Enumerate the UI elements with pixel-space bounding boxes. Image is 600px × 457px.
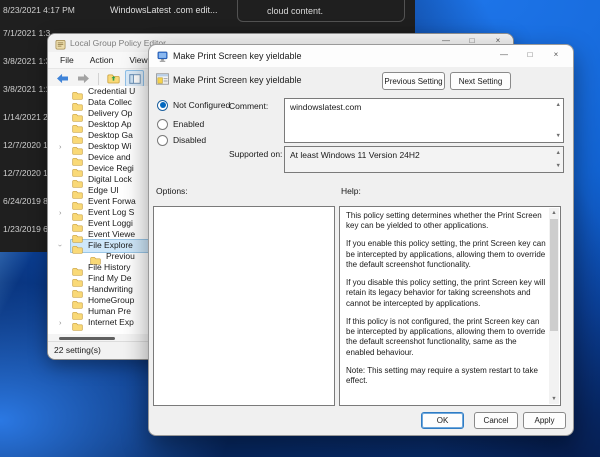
scroll-up-icon[interactable]: ▲ <box>549 209 559 217</box>
forward-button[interactable] <box>74 70 93 87</box>
next-setting-button[interactable]: Next Setting <box>450 72 511 90</box>
dialog-title: Make Print Screen key yieldable <box>173 51 302 61</box>
help-paragraph: Note: This setting may require a system … <box>346 366 546 386</box>
previous-setting-button[interactable]: Previous Setting <box>382 72 445 90</box>
tree-item-label: Find My De <box>88 273 131 284</box>
file-date: 6/24/2019 8: <box>3 196 50 206</box>
file-date: 1/23/2019 6: <box>3 224 50 234</box>
help-panel: This policy setting determines whether t… <box>339 206 561 406</box>
file-date: 8/23/2021 4:17 PM <box>3 5 75 15</box>
tree-item-label: File History <box>88 262 131 273</box>
tree-item-label: Data Collec <box>88 97 132 108</box>
cloud-content-label: cloud content. <box>267 6 323 16</box>
radio-icon <box>157 100 168 111</box>
ok-button[interactable]: OK <box>421 412 464 429</box>
tree-item-label: Desktop Wi <box>88 141 131 152</box>
policy-setting-icon <box>156 72 169 90</box>
scroll-down-icon[interactable]: ▼ <box>549 395 559 403</box>
file-name-label: WindowsLatest .com edit... <box>110 5 218 15</box>
up-one-level-button[interactable] <box>104 70 123 87</box>
scrollbar-thumb[interactable] <box>59 337 115 340</box>
scroll-down-icon[interactable]: ▼ <box>556 133 561 139</box>
help-scrollbar[interactable]: ▲ ▼ <box>549 208 559 404</box>
chevron-expanded-icon[interactable]: › <box>56 244 65 247</box>
toolbar-separator <box>98 73 99 85</box>
dialog-app-icon <box>157 50 168 68</box>
show-console-tree-button[interactable] <box>125 70 144 87</box>
file-date: 7/1/2021 1:3 <box>3 28 50 38</box>
tree-item-label: Internet Exp <box>88 317 134 328</box>
tree-item-label: Event Forwa <box>88 196 136 207</box>
back-button[interactable] <box>53 70 72 87</box>
scroll-down-icon[interactable]: ▼ <box>556 163 561 169</box>
desktop: 8/23/2021 4:17 PM 7/1/2021 1:3 3/8/2021 1:… <box>0 0 600 457</box>
file-date: 12/7/2020 1: <box>3 168 50 178</box>
settings-count: 22 setting(s) <box>54 345 101 355</box>
menu-action[interactable]: Action <box>82 55 122 65</box>
help-text: This policy setting determines whether t… <box>340 207 548 405</box>
radio-not-configured[interactable]: Not Configured <box>157 98 230 112</box>
scroll-up-icon[interactable]: ▲ <box>556 102 561 108</box>
chevron-collapsed-icon[interactable]: › <box>59 318 62 327</box>
radio-disabled[interactable]: Disabled <box>157 133 206 147</box>
tree-item-label: Event Viewe <box>88 229 135 240</box>
comment-field[interactable]: windowslatest.com ▲ ▼ <box>284 98 564 143</box>
comment-value: windowslatest.com <box>290 102 361 112</box>
file-date: 3/8/2021 1:3 <box>3 56 50 66</box>
policy-setting-dialog: Make Print Screen key yieldable — □ × Ma… <box>148 44 574 436</box>
tree-item-label: Desktop Ga <box>88 130 133 141</box>
tree-item-label: Handwriting <box>88 284 133 295</box>
radio-enabled[interactable]: Enabled <box>157 117 204 131</box>
options-panel <box>153 206 335 406</box>
help-label: Help: <box>341 186 361 196</box>
help-paragraph: This policy setting determines whether t… <box>346 211 546 231</box>
supported-on-value: At least Windows 11 Version 24H2 <box>290 150 420 160</box>
folder-icon <box>72 241 83 259</box>
menu-file[interactable]: File <box>52 55 82 65</box>
tree-item-label: Credential U <box>88 86 135 97</box>
tree-item-label: Human Pre <box>88 306 131 317</box>
chevron-collapsed-icon[interactable]: › <box>59 142 62 151</box>
policy-setting-name: Make Print Screen key yieldable <box>173 75 302 85</box>
file-date: 3/8/2021 1:1 <box>3 84 50 94</box>
tree-item-label: Digital Lock <box>88 174 132 185</box>
scrollbar-thumb[interactable] <box>550 219 558 331</box>
tree-item-label: Event Loggi <box>88 218 133 229</box>
radio-label: Enabled <box>173 119 204 129</box>
tree-item-label: Edge UI <box>88 185 119 196</box>
apply-button[interactable]: Apply <box>523 412 566 429</box>
folder-icon <box>72 318 83 334</box>
options-label: Options: <box>156 186 188 196</box>
supported-on-label: Supported on: <box>229 149 282 159</box>
tree-item-label: Device and <box>88 152 131 163</box>
tree-item-label: Delivery Op <box>88 108 132 119</box>
dialog-title-bar[interactable]: Make Print Screen key yieldable — □ × <box>149 45 573 67</box>
help-paragraph: If you enable this policy setting, the p… <box>346 239 546 270</box>
comment-label: Comment: <box>229 101 268 111</box>
chevron-collapsed-icon[interactable]: › <box>59 208 62 217</box>
selected-file-outline: cloud content. <box>237 0 405 22</box>
help-paragraph: If this policy is not configured, the pr… <box>346 317 546 358</box>
tree-item-label: Device Regi <box>88 163 134 174</box>
scroll-up-icon[interactable]: ▲ <box>556 150 561 156</box>
dialog-minimize-button[interactable]: — <box>491 48 517 62</box>
file-date: 1/14/2021 2: <box>3 112 50 122</box>
radio-icon <box>157 135 168 146</box>
radio-label: Disabled <box>173 135 206 145</box>
tree-item-label: HomeGroup <box>88 295 134 306</box>
tree-item-label: File Explore <box>88 240 133 251</box>
tree-item-label: Previou <box>106 251 135 262</box>
dialog-close-button[interactable]: × <box>543 48 569 62</box>
file-date: 12/7/2020 1: <box>3 140 50 150</box>
supported-on-field: At least Windows 11 Version 24H2 ▲ ▼ <box>284 146 564 173</box>
radio-label: Not Configured <box>173 100 230 110</box>
radio-icon <box>157 119 168 130</box>
tree-item-label: Desktop Ap <box>88 119 131 130</box>
help-paragraph: If you disable this policy setting, the … <box>346 278 546 309</box>
cancel-button[interactable]: Cancel <box>474 412 518 429</box>
dialog-maximize-button[interactable]: □ <box>517 48 543 62</box>
tree-item-label: Event Log S <box>88 207 134 218</box>
